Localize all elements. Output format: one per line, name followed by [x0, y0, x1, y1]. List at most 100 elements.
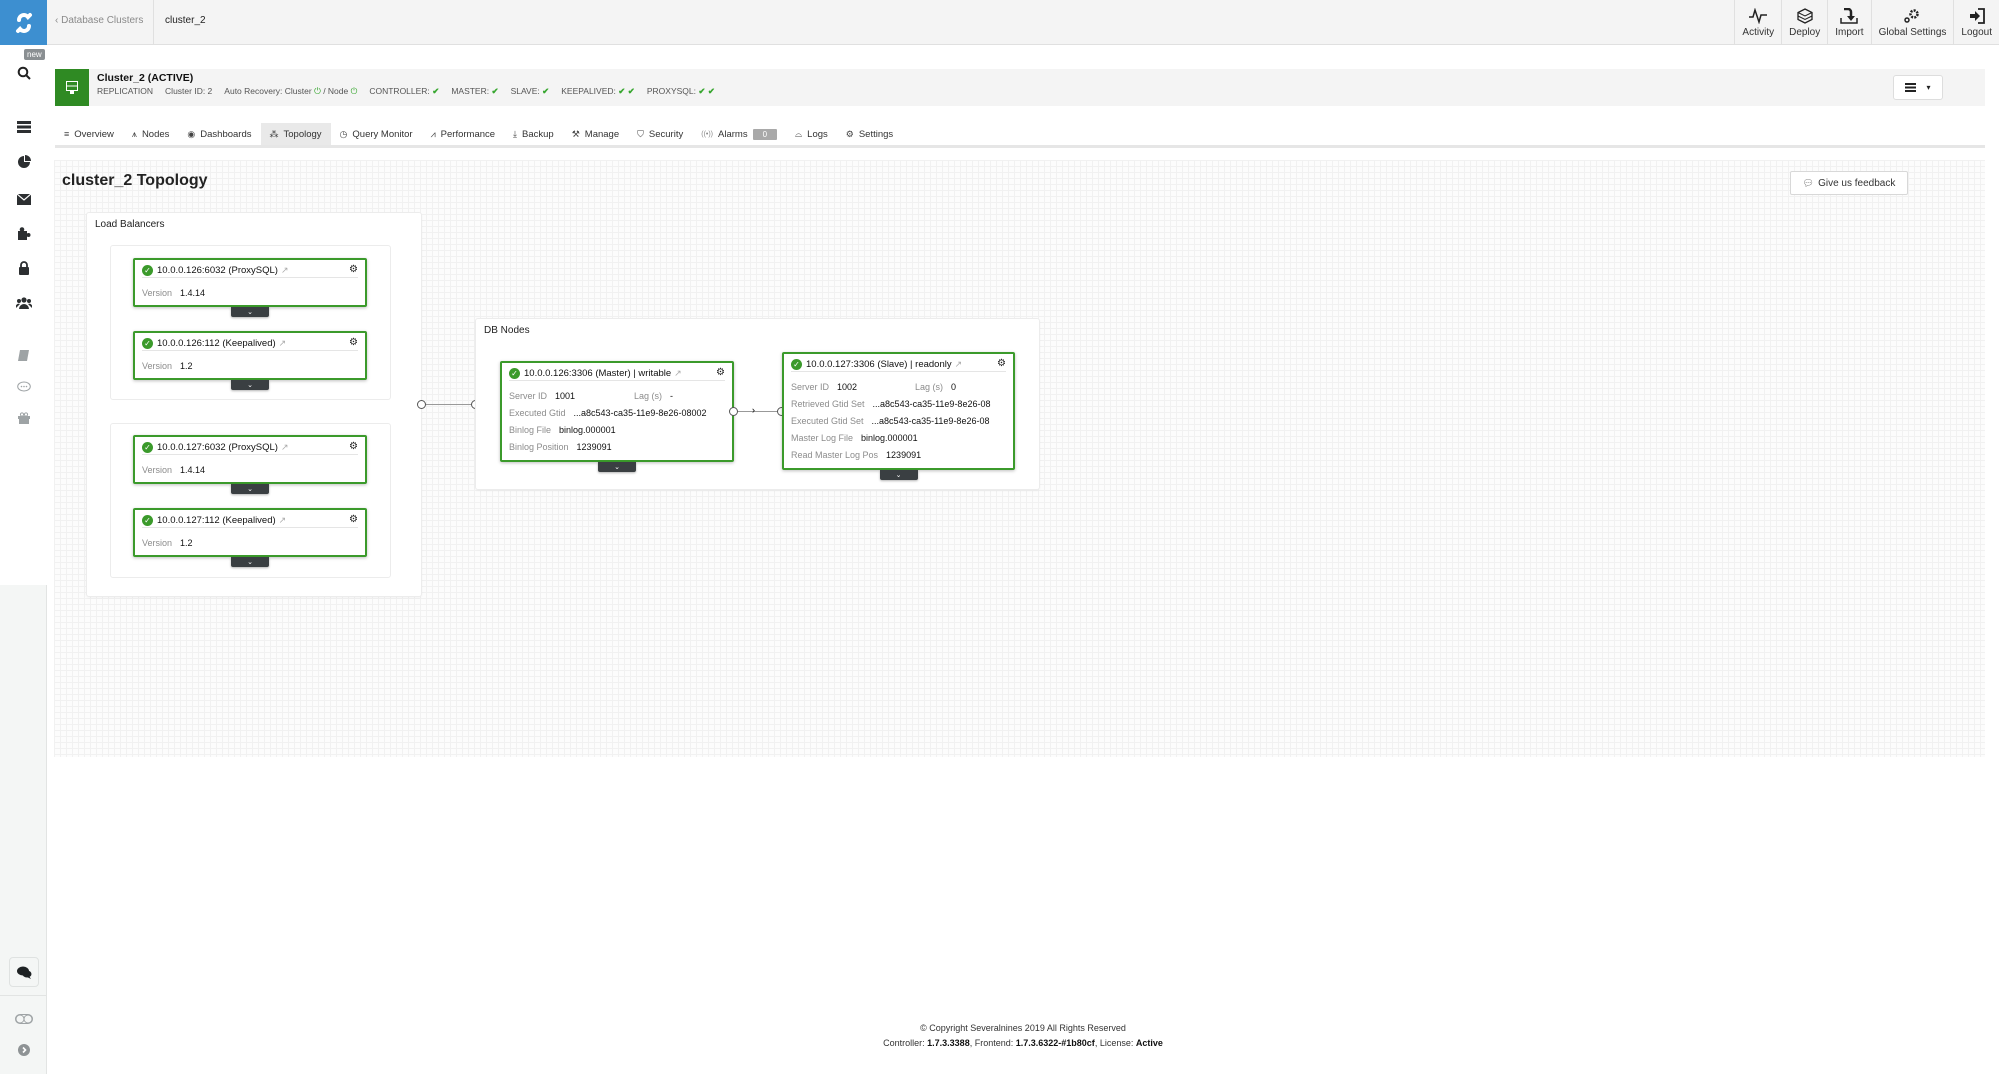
lb-node-card[interactable]: ✓ 10.0.0.126:6032 (ProxySQL) ↗ ⚙ Version 1.4…	[133, 258, 367, 317]
overview-icon: ≡	[64, 129, 70, 139]
breadcrumb-back-link[interactable]: ‹ Database Clusters	[55, 0, 155, 45]
field-value: ...a8c543-ca35-11e9-8e26-08	[872, 398, 991, 409]
field-value: binlog.000001	[559, 424, 616, 435]
license-label: , License:	[1094, 1038, 1134, 1048]
frontend-version: 1.7.3.6322-#1b80cf	[1015, 1038, 1095, 1048]
version-value: 1.2	[180, 537, 193, 548]
expand-button[interactable]: ⌄	[231, 380, 269, 390]
comment-icon: 💬︎	[1802, 177, 1815, 188]
check-icon: ✔ ✔	[618, 86, 635, 96]
check-circle-icon: ✓	[142, 515, 153, 526]
lb-node-card[interactable]: ✓ 10.0.0.127:112 (Keepalived) ↗ ⚙ Version 1.…	[133, 508, 367, 567]
external-link-icon[interactable]: ↗	[955, 359, 963, 370]
list-view-icon	[1905, 83, 1917, 92]
tab-topology[interactable]: ⁂ Topology	[260, 123, 331, 145]
dashboard-pie-icon[interactable]	[0, 150, 47, 174]
lb-node-card[interactable]: ✓ 10.0.0.127:6032 (ProxySQL) ↗ ⚙ Version 1.4…	[133, 435, 367, 494]
expand-button[interactable]: ⌄	[598, 462, 636, 472]
tab-manage[interactable]: ⚒ Manage	[563, 123, 628, 145]
node-actions-gears-icon[interactable]: ⚙	[349, 441, 358, 452]
expand-button[interactable]: ⌄	[231, 307, 269, 317]
node-actions-gears-icon[interactable]: ⚙	[349, 264, 358, 275]
controller-label: Controller:	[883, 1038, 925, 1048]
node-title: 10.0.0.127:3306 (Slave) | readonly	[806, 359, 952, 370]
nav-global-settings[interactable]: Global Settings	[1870, 0, 1954, 45]
feedback-label: Give us feedback	[1818, 177, 1896, 189]
panel-title: Load Balancers	[95, 219, 165, 230]
slave-node-card[interactable]: ✓ 10.0.0.127:3306 (Slave) | readonly ↗ ⚙ Se…	[782, 352, 1015, 480]
auto-recovery-node-label: / Node	[323, 86, 349, 96]
tab-performance[interactable]: ⩘ Performance	[422, 123, 504, 145]
tab-dashboards[interactable]: ◉ Dashboards	[178, 123, 260, 145]
expand-button[interactable]: ⌄	[231, 557, 269, 567]
external-link-icon[interactable]: ↗	[281, 442, 289, 453]
field-value: 1239091	[576, 441, 612, 452]
users-icon[interactable]	[0, 291, 47, 315]
logo[interactable]	[0, 0, 47, 45]
search-icon[interactable]	[0, 61, 47, 85]
field-label: Retrieved Gtid Set	[791, 398, 865, 409]
external-link-icon[interactable]: ↗	[674, 368, 682, 379]
status-slave: SLAVE: ✔	[511, 86, 550, 97]
replication-line	[736, 411, 782, 412]
field-value: 1001	[555, 390, 576, 401]
node-actions-gears-icon[interactable]: ⚙	[349, 337, 358, 348]
shield-icon: ⛉	[637, 128, 644, 139]
power-on-icon[interactable]: ⏻	[314, 86, 321, 96]
external-link-icon[interactable]: ↗	[281, 265, 289, 276]
tab-alarms[interactable]: ((•)) Alarms 0	[692, 123, 786, 145]
tab-settings[interactable]: ⚙ Settings	[837, 123, 902, 145]
status-master: MASTER: ✔	[451, 86, 498, 97]
cluster-type: REPLICATION	[97, 86, 154, 96]
nav-deploy[interactable]: Deploy	[1781, 0, 1827, 45]
node-title: 10.0.0.126:3306 (Master) | writable	[524, 368, 672, 379]
nav-activity[interactable]: Activity	[1734, 0, 1781, 45]
external-link-icon[interactable]: ↗	[279, 515, 287, 526]
tab-label: Nodes	[141, 128, 170, 140]
query-monitor-icon: ◷	[339, 128, 348, 139]
tab-backup[interactable]: ⤓ Backup	[504, 123, 563, 145]
lock-icon[interactable]	[0, 256, 47, 280]
nav-import[interactable]: Import	[1827, 0, 1870, 45]
gift-icon[interactable]	[0, 406, 47, 430]
node-title: 10.0.0.126:112 (Keepalived)	[157, 338, 276, 349]
field-label: Executed Gtid	[509, 407, 566, 418]
chevron-down-icon: ⌄	[247, 309, 253, 316]
comment-icon[interactable]	[0, 375, 47, 399]
tab-overview[interactable]: ≡ Overview	[55, 123, 123, 145]
view-options-dropdown[interactable]: ▾	[1893, 75, 1943, 100]
tab-logs[interactable]: ⌓ Logs	[786, 123, 837, 145]
new-badge: new	[24, 49, 45, 60]
footer-copyright: © Copyright Severalnines 2019 All Rights…	[920, 1023, 1126, 1033]
node-actions-gears-icon[interactable]: ⚙	[349, 514, 358, 525]
node-actions-gears-icon[interactable]: ⚙	[716, 367, 725, 378]
tab-query-monitor[interactable]: ◷ Query Monitor	[331, 123, 422, 145]
chat-button[interactable]	[9, 957, 39, 987]
integrations-puzzle-icon[interactable]	[0, 221, 47, 245]
top-bar: ‹ Database Clusters cluster_2 Activity D…	[47, 0, 1999, 45]
nav-logout[interactable]: Logout	[1953, 0, 1999, 45]
cluster-summary-bar: Cluster_2 (ACTIVE) REPLICATION Cluster I…	[55, 69, 1985, 106]
tab-security[interactable]: ⛉ Security	[628, 123, 692, 145]
nav-label: Import	[1835, 26, 1864, 38]
expand-button[interactable]: ⌄	[231, 484, 269, 494]
feedback-button[interactable]: 💬︎ Give us feedback	[1790, 171, 1908, 195]
external-link-icon[interactable]: ↗	[279, 338, 287, 349]
version-value: 1.4.14	[180, 287, 206, 298]
check-icon: ✔ ✔	[698, 86, 715, 96]
tab-label: Overview	[74, 128, 114, 140]
node-actions-gears-icon[interactable]: ⚙	[997, 358, 1006, 369]
docs-book-icon[interactable]	[0, 343, 47, 367]
power-on-icon[interactable]: ⏻	[351, 86, 358, 96]
mail-icon[interactable]	[0, 187, 47, 211]
status-proxysql: PROXYSQL: ✔ ✔	[647, 86, 715, 97]
logs-icon: ⌓	[795, 128, 803, 139]
clusters-icon[interactable]	[0, 115, 47, 139]
master-node-card[interactable]: ✓ 10.0.0.126:3306 (Master) | writable ↗ ⚙ S…	[500, 361, 734, 472]
expand-button[interactable]: ⌄	[879, 470, 918, 480]
tab-nodes[interactable]: ⩚ Nodes	[123, 123, 179, 145]
version-label: Version	[142, 464, 173, 475]
lb-node-card[interactable]: ✓ 10.0.0.126:112 (Keepalived) ↗ ⚙ Version 1.…	[133, 331, 367, 390]
version-value: 1.2	[180, 360, 193, 371]
check-icon: ✔	[542, 86, 550, 96]
